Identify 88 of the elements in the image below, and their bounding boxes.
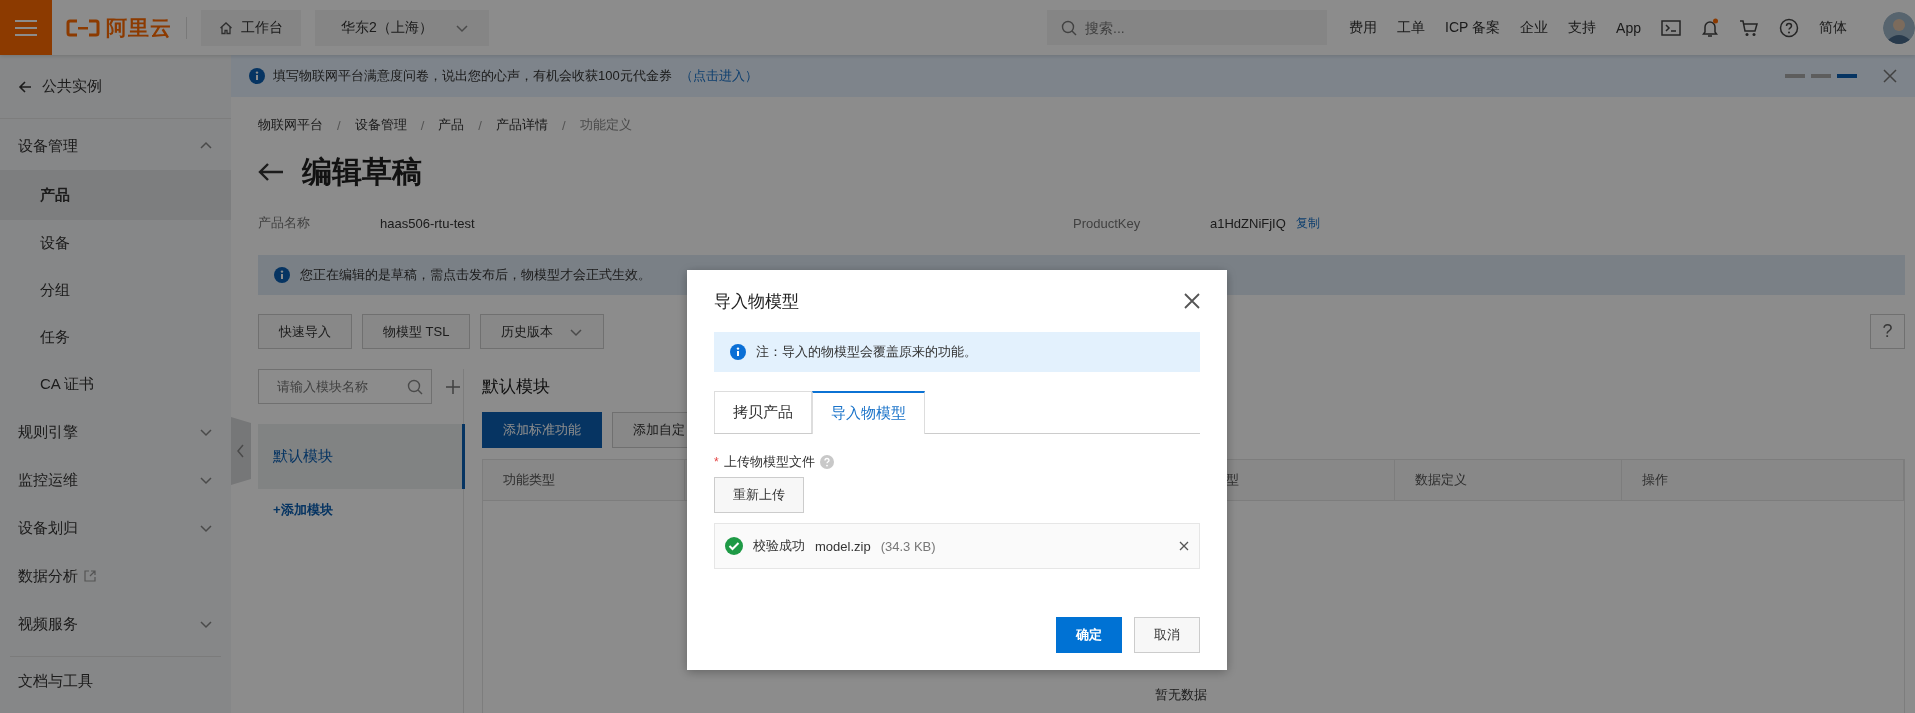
- empty-text: 暂无数据: [1155, 686, 1207, 704]
- cancel-button[interactable]: 取消: [1134, 617, 1200, 653]
- nav-link[interactable]: 支持: [1568, 18, 1597, 37]
- breadcrumb-item[interactable]: 产品详情: [495, 116, 548, 134]
- dropdown-button[interactable]: 历史版本: [480, 314, 605, 349]
- breadcrumb-separator: /: [478, 117, 482, 133]
- region-selector[interactable]: 华东2（上海）: [315, 9, 489, 46]
- back-link[interactable]: 公共实例: [42, 77, 102, 96]
- external-link-icon: [84, 570, 96, 582]
- search-field[interactable]: 搜索...: [1047, 10, 1328, 45]
- dialog-title: 导入物模型: [714, 290, 799, 313]
- copy-link[interactable]: 复制: [1295, 214, 1320, 232]
- close-icon[interactable]: [1184, 293, 1200, 309]
- nav-link[interactable]: ICP 备案: [1445, 18, 1501, 37]
- sidebar-item[interactable]: 文档与工具: [10, 656, 221, 705]
- action-button[interactable]: 添加标准功能: [482, 412, 602, 448]
- breadcrumb-item[interactable]: 产品: [438, 116, 465, 134]
- home-icon: [219, 20, 233, 35]
- nav-link[interactable]: 费用: [1349, 18, 1378, 37]
- search-field[interactable]: 请输入模块名称: [258, 369, 432, 404]
- sidebar-group[interactable]: 视频服务: [0, 600, 231, 648]
- help-icon[interactable]: [1779, 17, 1799, 38]
- nav-link[interactable]: 工单: [1397, 18, 1426, 37]
- tab[interactable]: 导入物模型: [812, 391, 925, 434]
- logo-icon: [66, 17, 100, 38]
- sidebar-item[interactable]: 设备: [0, 220, 231, 267]
- section-title: 默认模块: [482, 376, 551, 398]
- breadcrumb-item[interactable]: 设备管理: [354, 116, 407, 134]
- user-avatar[interactable]: [1883, 11, 1915, 44]
- sidebar-group[interactable]: 设备划归: [0, 504, 231, 552]
- toolbar-button[interactable]: 快速导入: [258, 314, 352, 349]
- column-header: 数据定义: [1395, 460, 1622, 500]
- sidebar-item[interactable]: 分组: [0, 267, 231, 314]
- field-value: a1HdZNiFjIQ: [1210, 215, 1286, 231]
- field-label: 上传物模型文件: [723, 453, 815, 471]
- column-header: 操作: [1622, 460, 1904, 500]
- required-mark: *: [714, 455, 719, 469]
- menu-button[interactable]: [0, 0, 52, 55]
- field-label: ProductKey: [1073, 215, 1142, 231]
- sidebar-item[interactable]: 产品: [0, 170, 231, 220]
- status-text: 校验成功: [753, 537, 805, 555]
- reupload-button[interactable]: 重新上传: [714, 477, 804, 513]
- module-item[interactable]: 默认模块: [258, 424, 465, 489]
- collapse-handle[interactable]: [231, 417, 251, 485]
- info-icon: [249, 68, 265, 84]
- add-module-link[interactable]: +添加模块: [258, 501, 463, 519]
- info-icon: [730, 344, 746, 360]
- cart-icon[interactable]: [1739, 18, 1759, 37]
- page-title: 编辑草稿: [302, 153, 422, 190]
- column-header: 功能类型: [483, 460, 685, 500]
- field-label: 产品名称: [258, 214, 311, 232]
- search-icon: [407, 379, 423, 395]
- workbench-button[interactable]: 工作台: [201, 9, 301, 46]
- alert-text: 注：导入的物模型会覆盖原来的功能。: [756, 343, 977, 361]
- field-value: haas506-rtu-test: [380, 215, 476, 231]
- sidebar-group[interactable]: 设备管理: [0, 122, 231, 170]
- notice-text: 您正在编辑的是草稿，需点击发布后，物模型才会正式生效。: [300, 266, 651, 284]
- breadcrumb-item[interactable]: 物联网平台: [258, 116, 323, 134]
- terminal-icon[interactable]: [1661, 19, 1681, 36]
- breadcrumb-separator: /: [337, 117, 341, 133]
- file-size: (34.3 KB): [880, 538, 936, 554]
- nav-link[interactable]: App: [1616, 19, 1641, 36]
- success-icon: [725, 537, 743, 555]
- language-link[interactable]: 简体: [1819, 18, 1847, 37]
- sidebar-item[interactable]: CA 证书: [0, 361, 231, 408]
- tab[interactable]: 拷贝产品: [714, 391, 812, 433]
- sidebar-item[interactable]: 任务: [0, 314, 231, 361]
- confirm-button[interactable]: 确定: [1056, 617, 1122, 653]
- info-icon: [274, 267, 290, 283]
- bell-icon[interactable]: [1701, 17, 1719, 38]
- sidebar-group[interactable]: 监控运维: [0, 456, 231, 504]
- back-arrow-icon[interactable]: [18, 79, 32, 94]
- nav-link[interactable]: 企业: [1520, 18, 1549, 37]
- breadcrumb-item: 功能定义: [579, 116, 632, 134]
- breadcrumb-separator: /: [561, 117, 566, 133]
- file-name: model.zip: [815, 538, 871, 554]
- help-button[interactable]: ?: [1870, 314, 1905, 349]
- breadcrumb-separator: /: [420, 117, 425, 133]
- sidebar-item[interactable]: 数据分析: [18, 566, 78, 586]
- back-arrow-icon[interactable]: [258, 162, 284, 182]
- add-icon[interactable]: [446, 379, 460, 394]
- menu-icon: [15, 18, 37, 37]
- toolbar-button[interactable]: 物模型 TSL: [362, 314, 471, 349]
- banner-text: 填写物联网平台满意度问卷，说出您的心声，有机会收获100元代金券: [273, 67, 672, 85]
- remove-icon[interactable]: [1179, 541, 1189, 551]
- sidebar-group[interactable]: 规则引擎: [0, 408, 231, 456]
- search-icon: [1061, 20, 1078, 36]
- banner-link[interactable]: （点击进入）: [679, 67, 758, 85]
